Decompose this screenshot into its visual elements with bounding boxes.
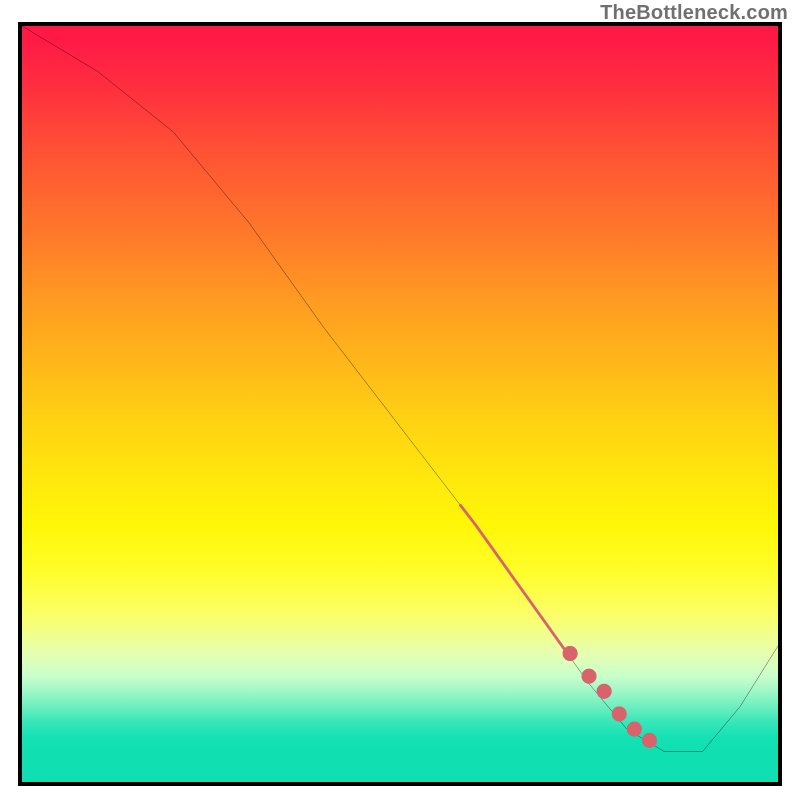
plot-area: [18, 22, 782, 786]
highlight-dot: [627, 722, 642, 737]
highlight-dot: [597, 684, 612, 699]
highlight-dot: [563, 646, 578, 661]
highlight-dot: [642, 733, 657, 748]
chart-container: TheBottleneck.com: [0, 0, 800, 800]
chart-svg: [22, 26, 778, 782]
highlight-dots: [563, 646, 658, 748]
curve-group: [22, 26, 778, 752]
highlight-thick: [460, 505, 566, 652]
highlight-dot: [581, 669, 596, 684]
bottleneck-curve: [22, 26, 778, 752]
highlight-dot: [612, 706, 627, 721]
